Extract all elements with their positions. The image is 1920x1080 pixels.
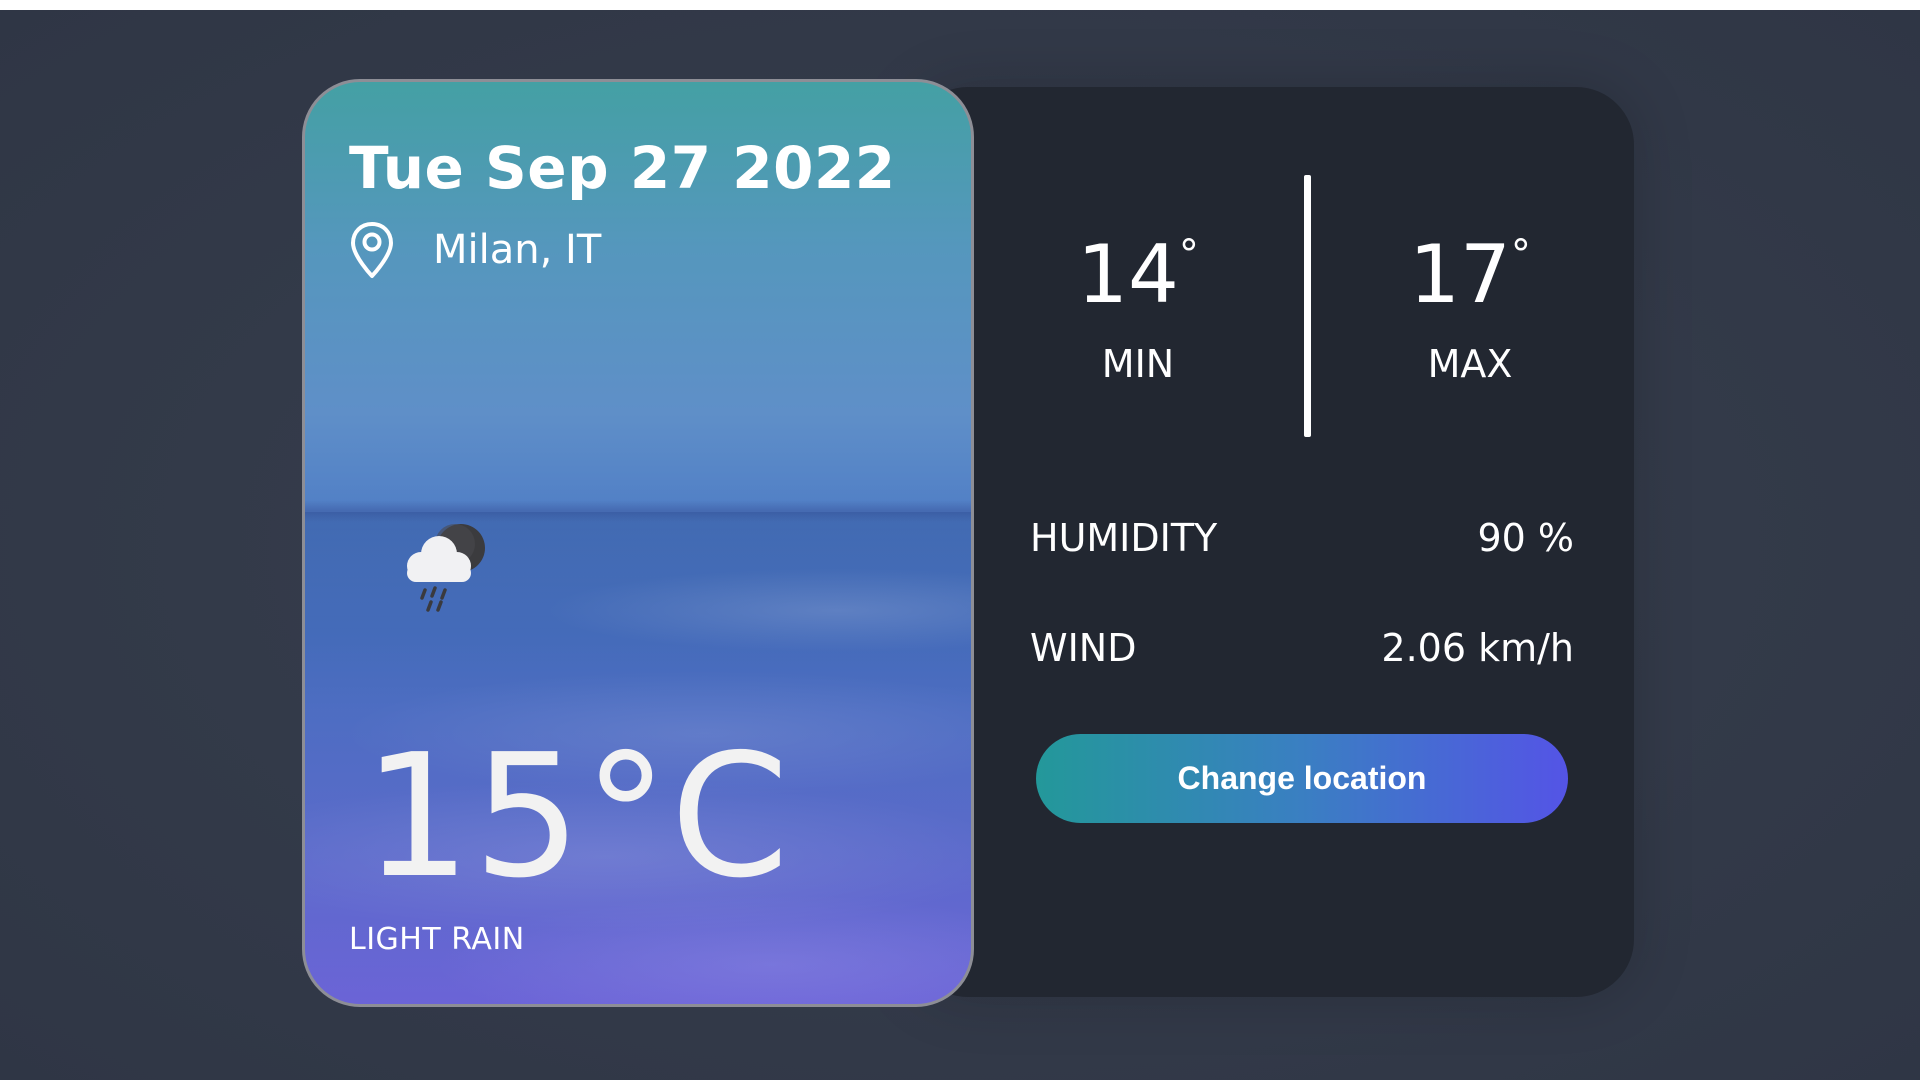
- humidity-value: 90 %: [1477, 516, 1574, 560]
- current-date: Tue Sep 27 2022: [349, 134, 896, 202]
- location: Milan, IT: [349, 218, 601, 282]
- change-location-button[interactable]: Change location: [1036, 734, 1568, 823]
- min-temperature-value: 14°: [1018, 235, 1258, 315]
- min-degree-symbol: °: [1178, 232, 1199, 278]
- max-temperature: 17° MAX: [1350, 235, 1590, 386]
- min-label: MIN: [1101, 342, 1175, 386]
- max-label: MAX: [1427, 342, 1513, 386]
- wind-label: WIND: [1030, 626, 1137, 670]
- wind-value: 2.06 km/h: [1381, 626, 1574, 670]
- min-value-number: 14: [1077, 228, 1179, 321]
- location-pin-icon: [349, 220, 395, 280]
- max-temperature-value: 17°: [1350, 235, 1590, 315]
- min-max-temperature: 14° MIN 17° MAX: [1000, 175, 1600, 437]
- location-name: Milan, IT: [433, 227, 602, 273]
- weather-card: Tue Sep 27 2022 Milan, IT 15°C LIGHT RAI…: [302, 79, 974, 1007]
- cloud-rain-moon-icon: [391, 516, 501, 626]
- app-background: Tue Sep 27 2022 Milan, IT 15°C LIGHT RAI…: [0, 10, 1920, 1080]
- max-value-number: 17: [1409, 228, 1511, 321]
- min-max-divider: [1304, 175, 1311, 437]
- current-temperature: 15°C: [363, 718, 792, 916]
- max-degree-symbol: °: [1510, 232, 1531, 278]
- min-temperature: 14° MIN: [1018, 235, 1258, 386]
- humidity-label: HUMIDITY: [1030, 516, 1218, 560]
- wind-row: WIND 2.06 km/h: [1030, 616, 1574, 686]
- weather-description: LIGHT RAIN: [349, 922, 525, 957]
- humidity-row: HUMIDITY 90 %: [1030, 506, 1574, 576]
